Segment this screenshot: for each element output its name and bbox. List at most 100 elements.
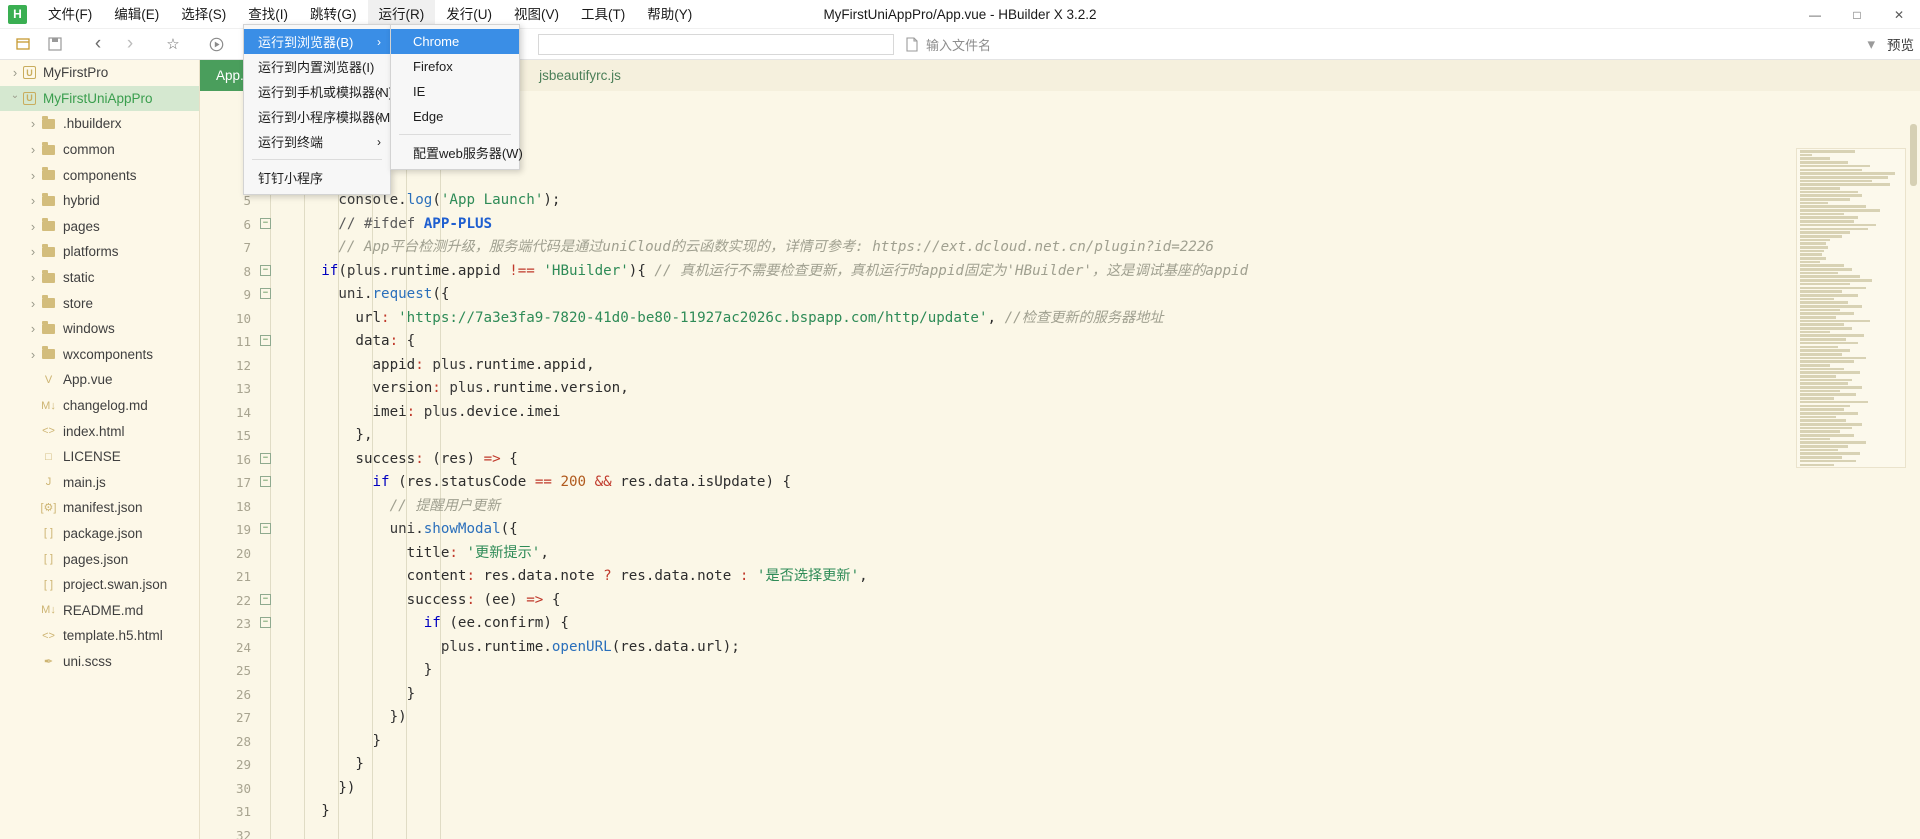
chevron-right-icon[interactable]: [8, 65, 22, 80]
filename-input-group[interactable]: 输入文件名: [905, 35, 991, 54]
line-number-13: 13: [235, 381, 251, 396]
menu-item-ie[interactable]: IE: [391, 79, 519, 104]
menu-item-label: Edge: [413, 109, 444, 124]
folder-icon: [42, 243, 55, 257]
project-tree[interactable]: U MyFirstPro U MyFirstUniAppPro .hbuilderx co…: [0, 60, 200, 839]
vertical-scrollbar[interactable]: [1908, 122, 1918, 839]
menubar-item-8[interactable]: 工具(T): [570, 0, 636, 29]
menubar-item-9[interactable]: 帮助(Y): [636, 0, 703, 29]
save-icon[interactable]: [40, 31, 70, 57]
menu-item--n-[interactable]: 运行到手机或模拟器(N) ›: [244, 79, 393, 104]
menubar-item-1[interactable]: 编辑(E): [103, 0, 170, 29]
menu-item--[interactable]: 运行到终端 ›: [244, 129, 390, 154]
back-icon[interactable]: ‹: [83, 31, 113, 57]
tree-item-manifest-json[interactable]: [⚙] manifest.json: [0, 495, 199, 521]
forward-icon[interactable]: ›: [115, 31, 145, 57]
chevron-right-icon[interactable]: [26, 116, 40, 131]
run-menu-dropdown[interactable]: 运行到浏览器(B) › 运行到内置浏览器(I) 运行到手机或模拟器(N) › 运行到小程序…: [243, 24, 395, 195]
minimap-line: [1800, 234, 1842, 238]
minimap-line: [1800, 378, 1852, 382]
uniapp-project-icon: U: [23, 91, 36, 105]
tree-item-label: components: [63, 167, 137, 183]
tree-item-label: wxcomponents: [63, 346, 154, 362]
tree-item-myfirstpro[interactable]: U MyFirstPro: [0, 60, 199, 86]
minimap-line: [1800, 437, 1830, 441]
tree-item-components[interactable]: components: [0, 162, 199, 188]
chevron-right-icon[interactable]: [26, 219, 40, 234]
tree-item-platforms[interactable]: platforms: [0, 239, 199, 265]
chevron-right-icon[interactable]: [26, 193, 40, 208]
minimap-line: [1800, 334, 1864, 338]
run-icon[interactable]: [201, 31, 231, 57]
chevron-right-icon[interactable]: [26, 347, 40, 362]
menu-item-edge[interactable]: Edge: [391, 104, 519, 129]
editor-tab-jsbeautifyrc-js[interactable]: jsbeautifyrc.js: [523, 60, 637, 91]
maximize-button[interactable]: □: [1836, 0, 1878, 29]
tree-item-index-html[interactable]: <> index.html: [0, 418, 199, 444]
chevron-down-icon[interactable]: [8, 93, 22, 104]
tree-item-readme-md[interactable]: M↓ README.md: [0, 597, 199, 623]
search-input[interactable]: [538, 33, 894, 55]
tree-item-license[interactable]: □ LICENSE: [0, 444, 199, 470]
tree-item-app-vue[interactable]: V App.vue: [0, 367, 199, 393]
bookmark-icon[interactable]: ☆: [158, 31, 188, 57]
minimap-line: [1800, 205, 1866, 208]
menu-item--[interactable]: 钉钉小程序: [244, 165, 390, 190]
minimap-line: [1800, 375, 1836, 378]
tree-item-label: .hbuilderx: [63, 116, 122, 132]
tree-item-uni-scss[interactable]: ✒ uni.scss: [0, 649, 199, 675]
tree-item-wxcomponents[interactable]: wxcomponents: [0, 342, 199, 368]
tree-item-windows[interactable]: windows: [0, 316, 199, 342]
tree-item--hbuilderx[interactable]: .hbuilderx: [0, 111, 199, 137]
minimize-button[interactable]: —: [1794, 0, 1836, 29]
scrollbar-thumb[interactable]: [1910, 124, 1917, 186]
tree-item-label: store: [63, 295, 94, 311]
tree-item-package-json[interactable]: [ ] package.json: [0, 521, 199, 547]
menu-item--b-[interactable]: 运行到浏览器(B) ›: [244, 29, 390, 54]
menu-item--web-w-[interactable]: 配置web服务器(W): [391, 140, 523, 165]
chevron-right-icon[interactable]: [26, 168, 40, 183]
file-type-icon: M↓: [41, 399, 56, 412]
code-minimap[interactable]: [1796, 148, 1906, 468]
tree-item-main-js[interactable]: Jmain.js: [0, 470, 199, 496]
menu-item-firefox[interactable]: Firefox: [391, 54, 519, 79]
code-area[interactable]: 1−23−4−56−78−9−1011−1213141516−17−1819−2…: [200, 91, 1920, 839]
chevron-right-icon[interactable]: [26, 244, 40, 259]
minimap-line: [1800, 367, 1844, 371]
tree-item-common[interactable]: common: [0, 137, 199, 163]
menu-item-chrome[interactable]: Chrome: [391, 29, 519, 54]
minimap-line: [1800, 393, 1856, 397]
new-window-icon[interactable]: [8, 31, 38, 57]
code-text[interactable]: <script> n() { console.log('App Launch')…: [270, 95, 1920, 839]
filter-icon[interactable]: ▾: [1867, 35, 1875, 53]
chevron-right-icon[interactable]: [26, 270, 40, 285]
menu-item--i-[interactable]: 运行到内置浏览器(I): [244, 54, 390, 79]
tree-item-pages[interactable]: pages: [0, 214, 199, 240]
minimap-line: [1800, 179, 1872, 183]
folder-icon: [42, 218, 55, 232]
tree-item-myfirstuniapppro[interactable]: U MyFirstUniAppPro: [0, 85, 199, 112]
minimap-line: [1800, 341, 1858, 345]
tree-item-template-h5-html[interactable]: <> template.h5.html: [0, 623, 199, 649]
tree-item-store[interactable]: store: [0, 290, 199, 316]
tree-item-pages-json[interactable]: [ ] pages.json: [0, 546, 199, 572]
tree-item-changelog-md[interactable]: M↓ changelog.md: [0, 393, 199, 419]
minimap-line: [1800, 308, 1840, 312]
chevron-right-icon[interactable]: [26, 296, 40, 311]
close-button[interactable]: ✕: [1878, 0, 1920, 29]
chevron-right-icon[interactable]: [26, 321, 40, 336]
menu-item--m-[interactable]: 运行到小程序模拟器(M) ›: [244, 104, 395, 129]
folder-icon: [42, 320, 55, 334]
menubar-item-2[interactable]: 选择(S): [170, 0, 237, 29]
tree-item-label: uni.scss: [63, 653, 112, 669]
tree-item-hybrid[interactable]: hybrid: [0, 188, 199, 214]
menubar-item-0[interactable]: 文件(F): [37, 0, 103, 29]
minimap-line: [1800, 345, 1838, 349]
tree-item-label: index.html: [63, 423, 125, 439]
browser-submenu[interactable]: Chrome Firefox IE Edge 配置web服务器(W): [390, 24, 523, 170]
tree-item-static[interactable]: static: [0, 265, 199, 291]
code-line-12: appid: plus.runtime.appid,: [270, 356, 595, 373]
chevron-right-icon[interactable]: [26, 142, 40, 157]
tree-item-project-swan-json[interactable]: [ ] project.swan.json: [0, 572, 199, 598]
preview-button[interactable]: 预览: [1887, 34, 1914, 54]
